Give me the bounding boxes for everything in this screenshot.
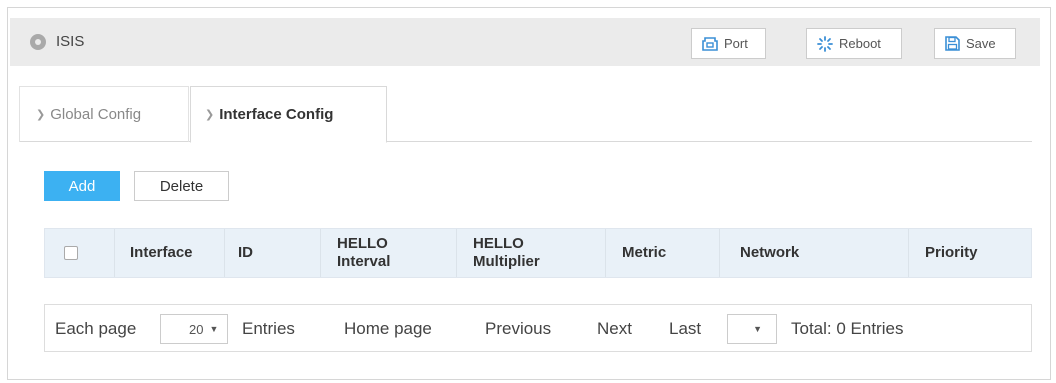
column-header[interactable]: Priority bbox=[909, 229, 1031, 277]
port-button-label: Port bbox=[724, 36, 748, 51]
circle-icon bbox=[30, 34, 46, 50]
column-header-label: HELLO Multiplier bbox=[473, 235, 540, 270]
config-tabs: ❯ Global Config ❯ Interface Config bbox=[19, 86, 1032, 143]
column-header[interactable]: ID bbox=[225, 229, 321, 277]
column-header[interactable]: Metric bbox=[606, 229, 720, 277]
tab-global-config[interactable]: ❯ Global Config bbox=[19, 86, 189, 142]
chevron-right-icon: ❯ bbox=[205, 109, 215, 121]
chevron-right-icon: ❯ bbox=[36, 109, 46, 121]
select-all-checkbox[interactable] bbox=[64, 246, 78, 260]
delete-button[interactable]: Delete bbox=[134, 171, 229, 201]
each-page-label: Each page bbox=[55, 319, 137, 338]
save-button-label: Save bbox=[966, 36, 996, 51]
save-button[interactable]: Save bbox=[934, 28, 1016, 59]
next-link[interactable]: Next bbox=[597, 319, 632, 339]
entries-label: Entries bbox=[242, 319, 295, 338]
total-entries: Total: 0 Entries bbox=[791, 319, 904, 338]
spinner-icon bbox=[817, 35, 833, 52]
floppy-icon bbox=[945, 36, 960, 51]
caret-down-icon: ▼ bbox=[753, 324, 762, 334]
previous-link[interactable]: Previous bbox=[485, 319, 551, 339]
port-button[interactable]: Port bbox=[691, 28, 766, 59]
panel-header: ISIS Port Reboot Save bbox=[10, 18, 1040, 66]
reboot-button-label: Reboot bbox=[839, 36, 881, 51]
column-header[interactable]: Network bbox=[720, 229, 909, 277]
tab-label: Global Config bbox=[50, 106, 142, 123]
reboot-button[interactable]: Reboot bbox=[806, 28, 902, 59]
column-header[interactable]: Interface bbox=[115, 229, 225, 277]
tab-interface-config[interactable]: ❯ Interface Config bbox=[190, 86, 387, 143]
table-header: Interface ID HELLO Interval HELLO Multip… bbox=[44, 228, 1032, 278]
page-number-select[interactable]: ▼ bbox=[727, 314, 777, 344]
page-size-select[interactable]: 20 ▼ bbox=[160, 314, 228, 344]
page-size-value: 20 bbox=[189, 321, 204, 337]
column-header-label: HELLO Interval bbox=[337, 235, 391, 270]
pagination-bar: Each page 20 ▼ Entries Home page Previou… bbox=[44, 304, 1032, 352]
last-link[interactable]: Last bbox=[669, 319, 701, 339]
port-icon bbox=[702, 36, 718, 51]
home-page-link[interactable]: Home page bbox=[344, 319, 432, 339]
column-header[interactable]: HELLO Interval bbox=[321, 229, 457, 277]
tab-label: Interface Config bbox=[219, 106, 334, 123]
caret-down-icon: ▼ bbox=[209, 324, 219, 334]
column-header[interactable]: HELLO Multiplier bbox=[457, 229, 606, 277]
add-button[interactable]: Add bbox=[44, 171, 120, 201]
select-all-cell bbox=[45, 229, 115, 277]
panel-title: ISIS bbox=[56, 33, 85, 50]
